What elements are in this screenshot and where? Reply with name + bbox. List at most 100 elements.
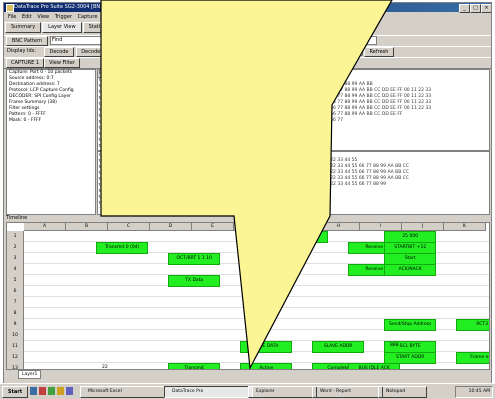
minimize-button[interactable]: _: [459, 4, 470, 13]
sheet-tab-layer1[interactable]: Layer1: [18, 370, 42, 379]
menu-filter[interactable]: Filter: [103, 13, 115, 21]
table-cell[interactable]: 32: [222, 144, 241, 150]
table-cell[interactable]: AB BC: [242, 144, 297, 150]
tab-protocol[interactable]: Protocol: [256, 22, 290, 33]
frame-list-upper[interactable]: Frame # Timestamp (ms) Delta (us) Src Dst Len…: [97, 69, 299, 151]
taskbar-item-explorer[interactable]: Explorer: [248, 386, 317, 398]
menu-help[interactable]: Help: [139, 13, 150, 21]
title-bar[interactable]: DataTrace Pro Suite SG2-3004 [BNCVIEW - …: [4, 3, 491, 13]
browser-icon[interactable]: [39, 387, 46, 395]
maximize-button[interactable]: □: [470, 4, 481, 13]
highlighted-cell[interactable]: SLAVE ADDR: [312, 341, 365, 353]
menu-edit[interactable]: Edit: [22, 13, 32, 21]
table-cell[interactable]: 00012: [98, 144, 119, 150]
highlighted-cell[interactable]: OCT/BRT 1 1 10: [168, 253, 221, 265]
taskbar-item-excel[interactable]: Microsoft Excel: [80, 386, 169, 398]
table-cell[interactable]: 0: [120, 201, 155, 208]
tab-statistics[interactable]: Statistics: [82, 22, 118, 33]
highlighted-cell[interactable]: BUS IDLE ACK: [348, 363, 401, 369]
tab-summary[interactable]: Summary: [5, 22, 42, 33]
column-header[interactable]: Dst: [202, 70, 222, 78]
media-icon[interactable]: [66, 387, 73, 395]
sheet-column-header[interactable]: I: [360, 223, 402, 231]
table-cell[interactable]: FF00: [202, 201, 221, 208]
decoder-tree[interactable]: Capture: Port 0 - 10 packets Source addr…: [6, 69, 96, 215]
sheet-column-header[interactable]: C: [108, 223, 150, 231]
decode-protocols-option[interactable]: Decode protocols: [76, 47, 130, 57]
table-cell[interactable]: FF00: [202, 144, 221, 150]
sheet-row-header[interactable]: 13: [7, 363, 24, 369]
radio-relative-time[interactable]: Relative time: [202, 58, 235, 66]
table-cell[interactable]: [156, 144, 181, 150]
column-header[interactable]: Data: [242, 70, 298, 78]
menu-file[interactable]: File: [8, 13, 16, 21]
tab-layer-view[interactable]: Layer View: [42, 22, 82, 33]
sheet-column-header[interactable]: J: [402, 223, 444, 231]
sheet-cell[interactable]: 22: [102, 363, 108, 369]
find-field[interactable]: Find: [50, 36, 113, 45]
highlighted-cell[interactable]: Frame end: [456, 352, 489, 364]
apply-button[interactable]: Apply: [172, 47, 196, 57]
table-cell[interactable]: [156, 201, 181, 208]
radio-summary[interactable]: Summary: [100, 58, 124, 66]
sheet-column-header[interactable]: D: [150, 223, 192, 231]
system-tray-clock[interactable]: 10:45 AM: [455, 386, 493, 398]
sheet-cell[interactable]: 28: [246, 264, 252, 274]
sheet-column-header[interactable]: K: [444, 223, 486, 231]
decode-option[interactable]: Decode: [44, 47, 74, 57]
highlighted-cell[interactable]: Send/Stop Address: [384, 319, 437, 331]
highlighted-cell[interactable]: Transmit 0 (04): [96, 242, 149, 254]
tab-bus-analyzer[interactable]: Bus Analyzer (Monitor): [186, 22, 256, 33]
mail-icon[interactable]: [48, 387, 55, 395]
hex-view-upper[interactable]: 0000 00 11 22 33 0010 44 55 66 77 88 99 …: [300, 69, 490, 151]
menu-trigger[interactable]: Trigger: [55, 13, 72, 21]
sheet-column-header[interactable]: A: [24, 223, 66, 231]
sheet-column-header[interactable]: F: [234, 223, 276, 231]
timeline-grid[interactable]: A B C D E F G H I J K 1 2 3 4 5 6 7 8 9 10 11 12 13 Value 1 25 00…: [6, 222, 490, 370]
start-button[interactable]: Start: [2, 386, 28, 398]
highlighted-cell[interactable]: RCT3: [456, 319, 489, 331]
highlighted-cell[interactable]: ACK/NACK: [384, 264, 437, 276]
highlighted-cell[interactable]: BYTE DATA: [240, 341, 293, 353]
table-cell[interactable]: 00038: [98, 201, 119, 208]
menu-capture[interactable]: Capture: [78, 13, 98, 21]
table-cell[interactable]: B8 C9: [242, 201, 297, 208]
folder-icon[interactable]: [57, 387, 64, 395]
frame-list-lower[interactable]: 00030 0 0003 FF00 32 B0 C1 00031 0 0003 FF00 32 B1 …: [97, 151, 299, 215]
highlighted-cell[interactable]: Active: [240, 363, 293, 369]
mode-button[interactable]: BNC Pattern: [6, 36, 48, 46]
tab-port-settings[interactable]: Port Analyzer Settings: [118, 22, 186, 33]
taskbar-item-notepad[interactable]: Notepad: [378, 386, 427, 398]
refresh-button[interactable]: Refresh: [364, 47, 394, 57]
menu-tools[interactable]: Tools: [121, 13, 133, 21]
tree-item[interactable]: Mask: 0 - FFFF: [7, 118, 95, 124]
highlighted-cell[interactable]: Transmit: [168, 363, 221, 369]
sheet-column-header[interactable]: H: [318, 223, 360, 231]
sheet-cell[interactable]: 888: [390, 341, 399, 351]
sheet-column-header[interactable]: G: [276, 223, 318, 231]
filter-field[interactable]: Filter: [334, 47, 363, 56]
menu-view[interactable]: View: [37, 13, 49, 21]
column-header[interactable]: Src: [182, 70, 202, 78]
radio-full-detail[interactable]: FULL DETAIL VIEW (MORE INFO): [126, 58, 206, 66]
taskbar-item-word[interactable]: Word - Report: [312, 386, 383, 398]
table-cell[interactable]: 0: [120, 144, 155, 150]
column-header[interactable]: Length: [222, 70, 242, 78]
column-header[interactable]: Timestamp (ms): [120, 70, 156, 78]
column-header[interactable]: Delta (us): [156, 70, 182, 78]
sheet-column-header[interactable]: B: [66, 223, 108, 231]
table-cell[interactable]: 32: [222, 201, 241, 208]
highlighted-cell[interactable]: Value 1: [276, 231, 329, 243]
taskbar-item-datatrace[interactable]: DataTrace Pro: [164, 386, 253, 398]
capture-selector[interactable]: CAPTURE 1: [6, 58, 44, 68]
sheet-column-header[interactable]: E: [192, 223, 234, 231]
hex-view-lower[interactable]: 0000 00 0010 00 11 22 33 44 55 0020 00 11 …: [300, 151, 490, 215]
group-field-option[interactable]: Group Field: [132, 47, 170, 57]
table-cell[interactable]: 0003: [182, 144, 201, 150]
column-header[interactable]: Frame #: [98, 70, 120, 78]
close-button[interactable]: ×: [481, 4, 491, 13]
highlighted-cell[interactable]: TX Data: [168, 275, 221, 287]
view-filter-button[interactable]: View Filter: [44, 58, 80, 68]
channel-field[interactable]: Channel:: [334, 36, 377, 45]
table-cell[interactable]: 0003: [182, 201, 201, 208]
